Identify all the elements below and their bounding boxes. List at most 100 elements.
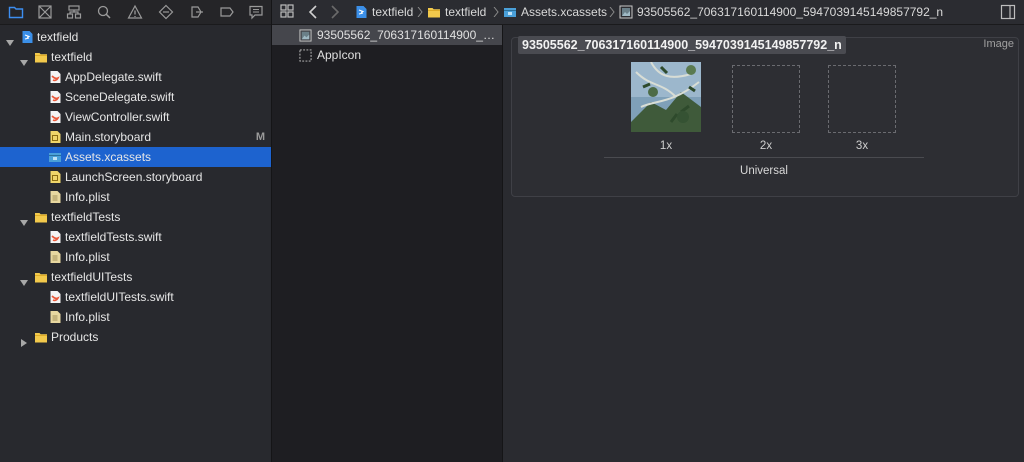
navigator-item-label: Products xyxy=(51,330,99,344)
image-set-editor: 93505562_706317160114900_594703914514985… xyxy=(503,25,1024,462)
navigator-item[interactable]: SceneDelegate.swift xyxy=(0,87,271,107)
plist-icon xyxy=(48,250,62,264)
disclosure-open-icon[interactable] xyxy=(20,213,28,226)
folder-icon xyxy=(427,5,441,19)
storyboard-icon xyxy=(48,170,62,184)
swift-icon xyxy=(48,90,62,104)
breadcrumb-label: Assets.xcassets xyxy=(521,5,608,19)
xcassets-icon xyxy=(503,5,517,19)
breadcrumb-separator-icon xyxy=(609,7,615,17)
imageset-icon xyxy=(299,28,312,42)
report-icon[interactable] xyxy=(248,4,264,20)
swift-icon xyxy=(48,290,62,304)
navigator-item[interactable]: Info.plist xyxy=(0,307,271,327)
warning-icon[interactable] xyxy=(127,4,143,20)
navigator-item-label: SceneDelegate.swift xyxy=(65,90,175,104)
image-set-type-label: Image xyxy=(983,38,1014,50)
navigator-item-label: textfield xyxy=(51,50,93,64)
navigator-item[interactable]: LaunchScreen.storyboard xyxy=(0,167,271,187)
imageset-icon xyxy=(619,5,633,19)
navigator-item-label: textfieldUITests xyxy=(51,270,133,284)
inspector-toggle-icon[interactable] xyxy=(1000,4,1016,20)
asset-list-item[interactable]: 93505562_706317160114900_594703914514985… xyxy=(272,25,502,45)
back-arrow-icon[interactable] xyxy=(308,5,318,19)
scale-label: 2x xyxy=(759,140,773,152)
breakpoint-icon[interactable] xyxy=(219,4,235,20)
image-slot-empty[interactable] xyxy=(732,65,800,133)
navigator-item-label: ViewController.swift xyxy=(65,110,170,124)
project-navigator: textfield textfield AppDelegate.swift Scene… xyxy=(0,0,271,462)
folder-icon xyxy=(34,50,48,64)
jump-bar: textfield textfield Assets.xcassets 9350556… xyxy=(272,0,1024,25)
swift-icon xyxy=(48,230,62,244)
asset-list-item[interactable]: AppIcon xyxy=(272,45,502,65)
navigator-item[interactable]: AppDelegate.swift xyxy=(0,67,271,87)
test-diamond-icon[interactable] xyxy=(158,4,174,20)
breadcrumb-label: 93505562_706317160114900_594703914514985… xyxy=(637,5,944,19)
breadcrumb-label: textfield xyxy=(445,5,487,19)
navigator-item-label: AppDelegate.swift xyxy=(65,70,162,84)
hierarchy-icon[interactable] xyxy=(66,4,82,20)
xcassets-icon xyxy=(48,150,62,164)
navigator-item-label: LaunchScreen.storyboard xyxy=(65,170,203,184)
navigator-item[interactable]: Products xyxy=(0,327,271,347)
navigator-item-label: textfieldUITests.swift xyxy=(65,290,174,304)
disclosure-open-icon[interactable] xyxy=(20,273,28,286)
breadcrumb-separator-icon xyxy=(417,7,423,17)
project-icon xyxy=(354,5,368,19)
breadcrumb-separator-icon xyxy=(493,7,499,17)
image-slot-thumbnail[interactable] xyxy=(631,61,701,132)
modified-badge: M xyxy=(255,131,265,143)
navigator-item-label: Assets.xcassets xyxy=(65,150,152,164)
navigator-item[interactable]: ViewController.swift xyxy=(0,107,271,127)
project-tree: textfield textfield AppDelegate.swift Scene… xyxy=(0,27,271,347)
disclosure-open-icon[interactable] xyxy=(6,33,14,46)
navigator-item[interactable]: textfieldUITests.swift xyxy=(0,287,271,307)
scale-label: 1x xyxy=(659,140,673,152)
debug-icon[interactable] xyxy=(189,4,205,20)
navigator-item[interactable]: textfieldTests xyxy=(0,207,271,227)
navigator-item-label: Main.storyboard xyxy=(65,130,152,144)
navigator-toolbar xyxy=(0,0,271,25)
project-icon xyxy=(20,30,34,44)
search-icon[interactable] xyxy=(96,4,112,20)
scale-label: 3x xyxy=(855,140,869,152)
navigator-item[interactable]: textfieldTests.swift xyxy=(0,227,271,247)
grid-icon[interactable] xyxy=(280,4,294,20)
plist-icon xyxy=(48,310,62,324)
asset-list-item-label: AppIcon xyxy=(317,48,362,62)
source-control-icon[interactable] xyxy=(37,4,53,20)
navigator-item-label: textfield xyxy=(37,30,79,44)
forward-arrow-icon[interactable] xyxy=(330,5,340,19)
navigator-item-label: Info.plist xyxy=(65,310,110,324)
swift-icon xyxy=(48,70,62,84)
plist-icon xyxy=(48,190,62,204)
navigator-item[interactable]: textfield xyxy=(0,27,271,47)
image-set-name[interactable]: 93505562_706317160114900_594703914514985… xyxy=(518,36,846,54)
navigator-item-label: textfieldTests xyxy=(51,210,121,224)
image-set-panel: 93505562_706317160114900_594703914514985… xyxy=(511,36,1019,197)
appicon-icon xyxy=(299,48,312,62)
folder-icon xyxy=(34,330,48,344)
storyboard-icon xyxy=(48,130,62,144)
disclosure-closed-icon[interactable] xyxy=(20,333,28,347)
navigator-item[interactable]: Info.plist xyxy=(0,247,271,267)
navigator-item-label: Info.plist xyxy=(65,190,110,204)
navigator-item-label: textfieldTests.swift xyxy=(65,230,162,244)
breadcrumb-label: textfield xyxy=(372,5,414,19)
disclosure-open-icon[interactable] xyxy=(20,53,28,66)
asset-catalog-list: 93505562_706317160114900_594703914514985… xyxy=(272,25,502,462)
navigator-item[interactable]: Main.storyboard M xyxy=(0,127,271,147)
navigator-item[interactable]: textfield xyxy=(0,47,271,67)
image-slot-empty[interactable] xyxy=(828,65,896,133)
asset-list-item-label: 93505562_706317160114900_594703914514985… xyxy=(317,28,499,42)
folder-icon xyxy=(34,210,48,224)
folder-icon xyxy=(34,270,48,284)
idiom-label: Universal xyxy=(740,165,788,177)
navigator-item[interactable]: textfieldUITests xyxy=(0,267,271,287)
navigator-item[interactable]: Assets.xcassets xyxy=(0,147,271,167)
swift-icon xyxy=(48,110,62,124)
idiom-divider xyxy=(604,157,924,158)
folder-icon[interactable] xyxy=(8,4,24,20)
navigator-item[interactable]: Info.plist xyxy=(0,187,271,207)
